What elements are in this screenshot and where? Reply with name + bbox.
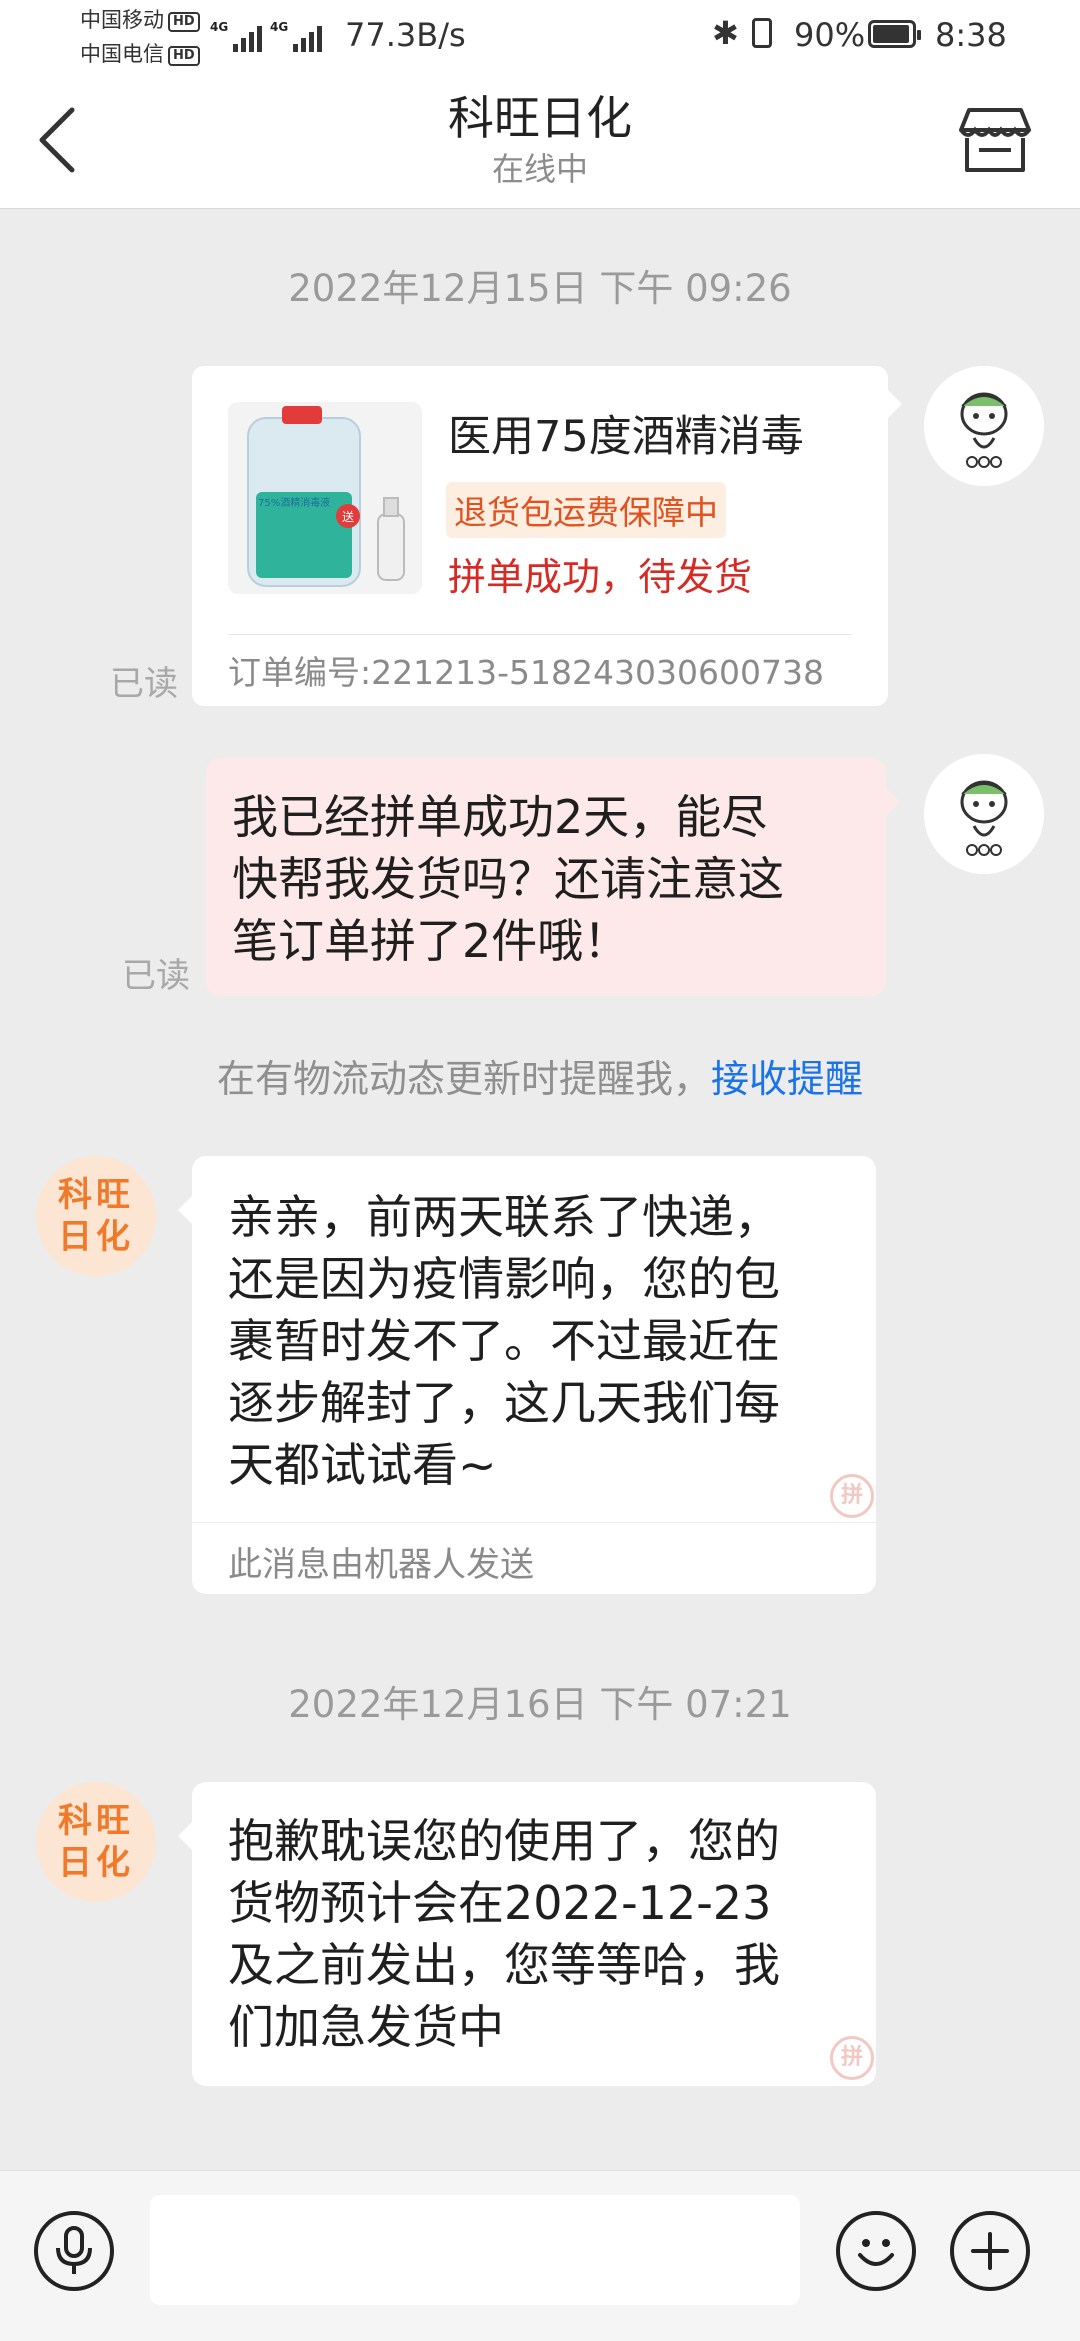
read-receipt: 已读 bbox=[122, 956, 190, 996]
online-status: 在线中 bbox=[491, 150, 588, 188]
signal-icon: 4G bbox=[270, 20, 323, 52]
divider bbox=[228, 634, 852, 635]
status-bar: 中国移动 HD 中国电信 HD 4G 4G 77.3B/s ✱ 90% 8:38 bbox=[0, 0, 1080, 72]
message-line: 笔订单拼了2件哦！ bbox=[232, 914, 630, 968]
message-line: 天都试试看~ bbox=[228, 1438, 497, 1492]
user-message-bubble[interactable]: 我已经拼单成功2天，能尽 快帮我发货吗？还请注意这 笔订单拼了2件哦！ bbox=[206, 758, 900, 996]
message-line: 还是因为疫情影响，您的包 bbox=[228, 1252, 780, 1306]
message-line: 抱歉耽误您的使用了，您的 bbox=[228, 1814, 780, 1868]
clock: 8:38 bbox=[935, 16, 1007, 54]
bot-note: 此消息由机器人发送 bbox=[228, 1545, 534, 1585]
more-button[interactable] bbox=[950, 2211, 1030, 2291]
signal-icon: 4G bbox=[210, 20, 263, 52]
voice-button[interactable] bbox=[34, 2211, 114, 2291]
divider bbox=[192, 1522, 876, 1523]
return-shipping-tag: 退货包运费保障中 bbox=[446, 482, 726, 538]
shop-message-bubble[interactable]: 抱歉耽误您的使用了，您的 货物预计会在2022-12-23 及之前发出，您等等哈… bbox=[178, 1782, 876, 2086]
user-avatar[interactable] bbox=[924, 754, 1044, 874]
svg-text:送: 送 bbox=[342, 509, 354, 524]
read-receipt: 已读 bbox=[110, 664, 178, 704]
net-speed: 77.3B/s bbox=[345, 16, 466, 54]
message-line: 裹暂时发不了。不过最近在 bbox=[228, 1314, 780, 1368]
emoji-button[interactable] bbox=[836, 2211, 916, 2291]
svg-text:75%酒精消毒液: 75%酒精消毒液 bbox=[258, 496, 330, 509]
order-status: 拼单成功，待发货 bbox=[448, 555, 753, 599]
bluetooth-icon: ✱ bbox=[712, 14, 739, 52]
message-line: 货物预计会在2022-12-23 bbox=[228, 1876, 772, 1930]
chat-header: 科旺日化 在线中 bbox=[0, 72, 1080, 209]
emoji-icon bbox=[858, 2239, 894, 2266]
pin-stamp-icon: 拼 bbox=[830, 2036, 874, 2080]
carrier-1: 中国移动 HD bbox=[80, 4, 200, 34]
logistics-reminder: 在有物流动态更新时提醒我，接收提醒 bbox=[216, 1057, 864, 1101]
order-card[interactable]: 75%酒精消毒液 送 医用75度酒精消毒 退货包运费保障中 拼单成功，待发货 订… bbox=[192, 366, 902, 706]
message-line: 们加急发货中 bbox=[228, 2000, 504, 2054]
order-number: 订单编号:221213-518243030600738 bbox=[228, 653, 824, 692]
battery-icon bbox=[868, 20, 921, 48]
receive-reminder-link[interactable]: 接收提醒 bbox=[711, 1057, 863, 1101]
message-line: 及之前发出，您等等哈，我 bbox=[228, 1938, 780, 1992]
microphone-icon bbox=[56, 2226, 92, 2274]
page-title: 科旺日化 bbox=[448, 91, 632, 145]
message-input[interactable] bbox=[150, 2195, 800, 2305]
product-title: 医用75度酒精消毒 bbox=[448, 412, 804, 462]
shop-avatar[interactable]: 科旺 日化 bbox=[36, 1782, 156, 1902]
battery-percent: 90% bbox=[794, 16, 866, 54]
timestamp: 2022年12月16日 下午 07:21 bbox=[288, 1683, 792, 1726]
vibrate-icon bbox=[752, 18, 772, 48]
pin-stamp-icon: 拼 bbox=[830, 1474, 874, 1518]
product-image: 75%酒精消毒液 送 bbox=[228, 402, 422, 594]
message-line: 逐步解封了，这几天我们每 bbox=[228, 1376, 780, 1430]
shop-message-bubble[interactable]: 亲亲，前两天联系了快递， 还是因为疫情影响，您的包 裹暂时发不了。不过最近在 逐… bbox=[178, 1156, 876, 1594]
input-bar bbox=[0, 2170, 1080, 2341]
plus-icon bbox=[971, 2232, 1009, 2270]
user-avatar[interactable] bbox=[924, 366, 1044, 486]
store-button[interactable] bbox=[955, 100, 1035, 180]
carrier-2: 中国电信 HD bbox=[80, 38, 200, 68]
message-line: 快帮我发货吗？还请注意这 bbox=[232, 852, 784, 906]
message-line: 我已经拼单成功2天，能尽 bbox=[232, 790, 768, 844]
store-icon bbox=[959, 108, 1031, 172]
message-line: 亲亲，前两天联系了快递， bbox=[228, 1190, 780, 1244]
timestamp: 2022年12月15日 下午 09:26 bbox=[288, 267, 792, 310]
shop-avatar[interactable]: 科旺 日化 bbox=[36, 1156, 156, 1276]
